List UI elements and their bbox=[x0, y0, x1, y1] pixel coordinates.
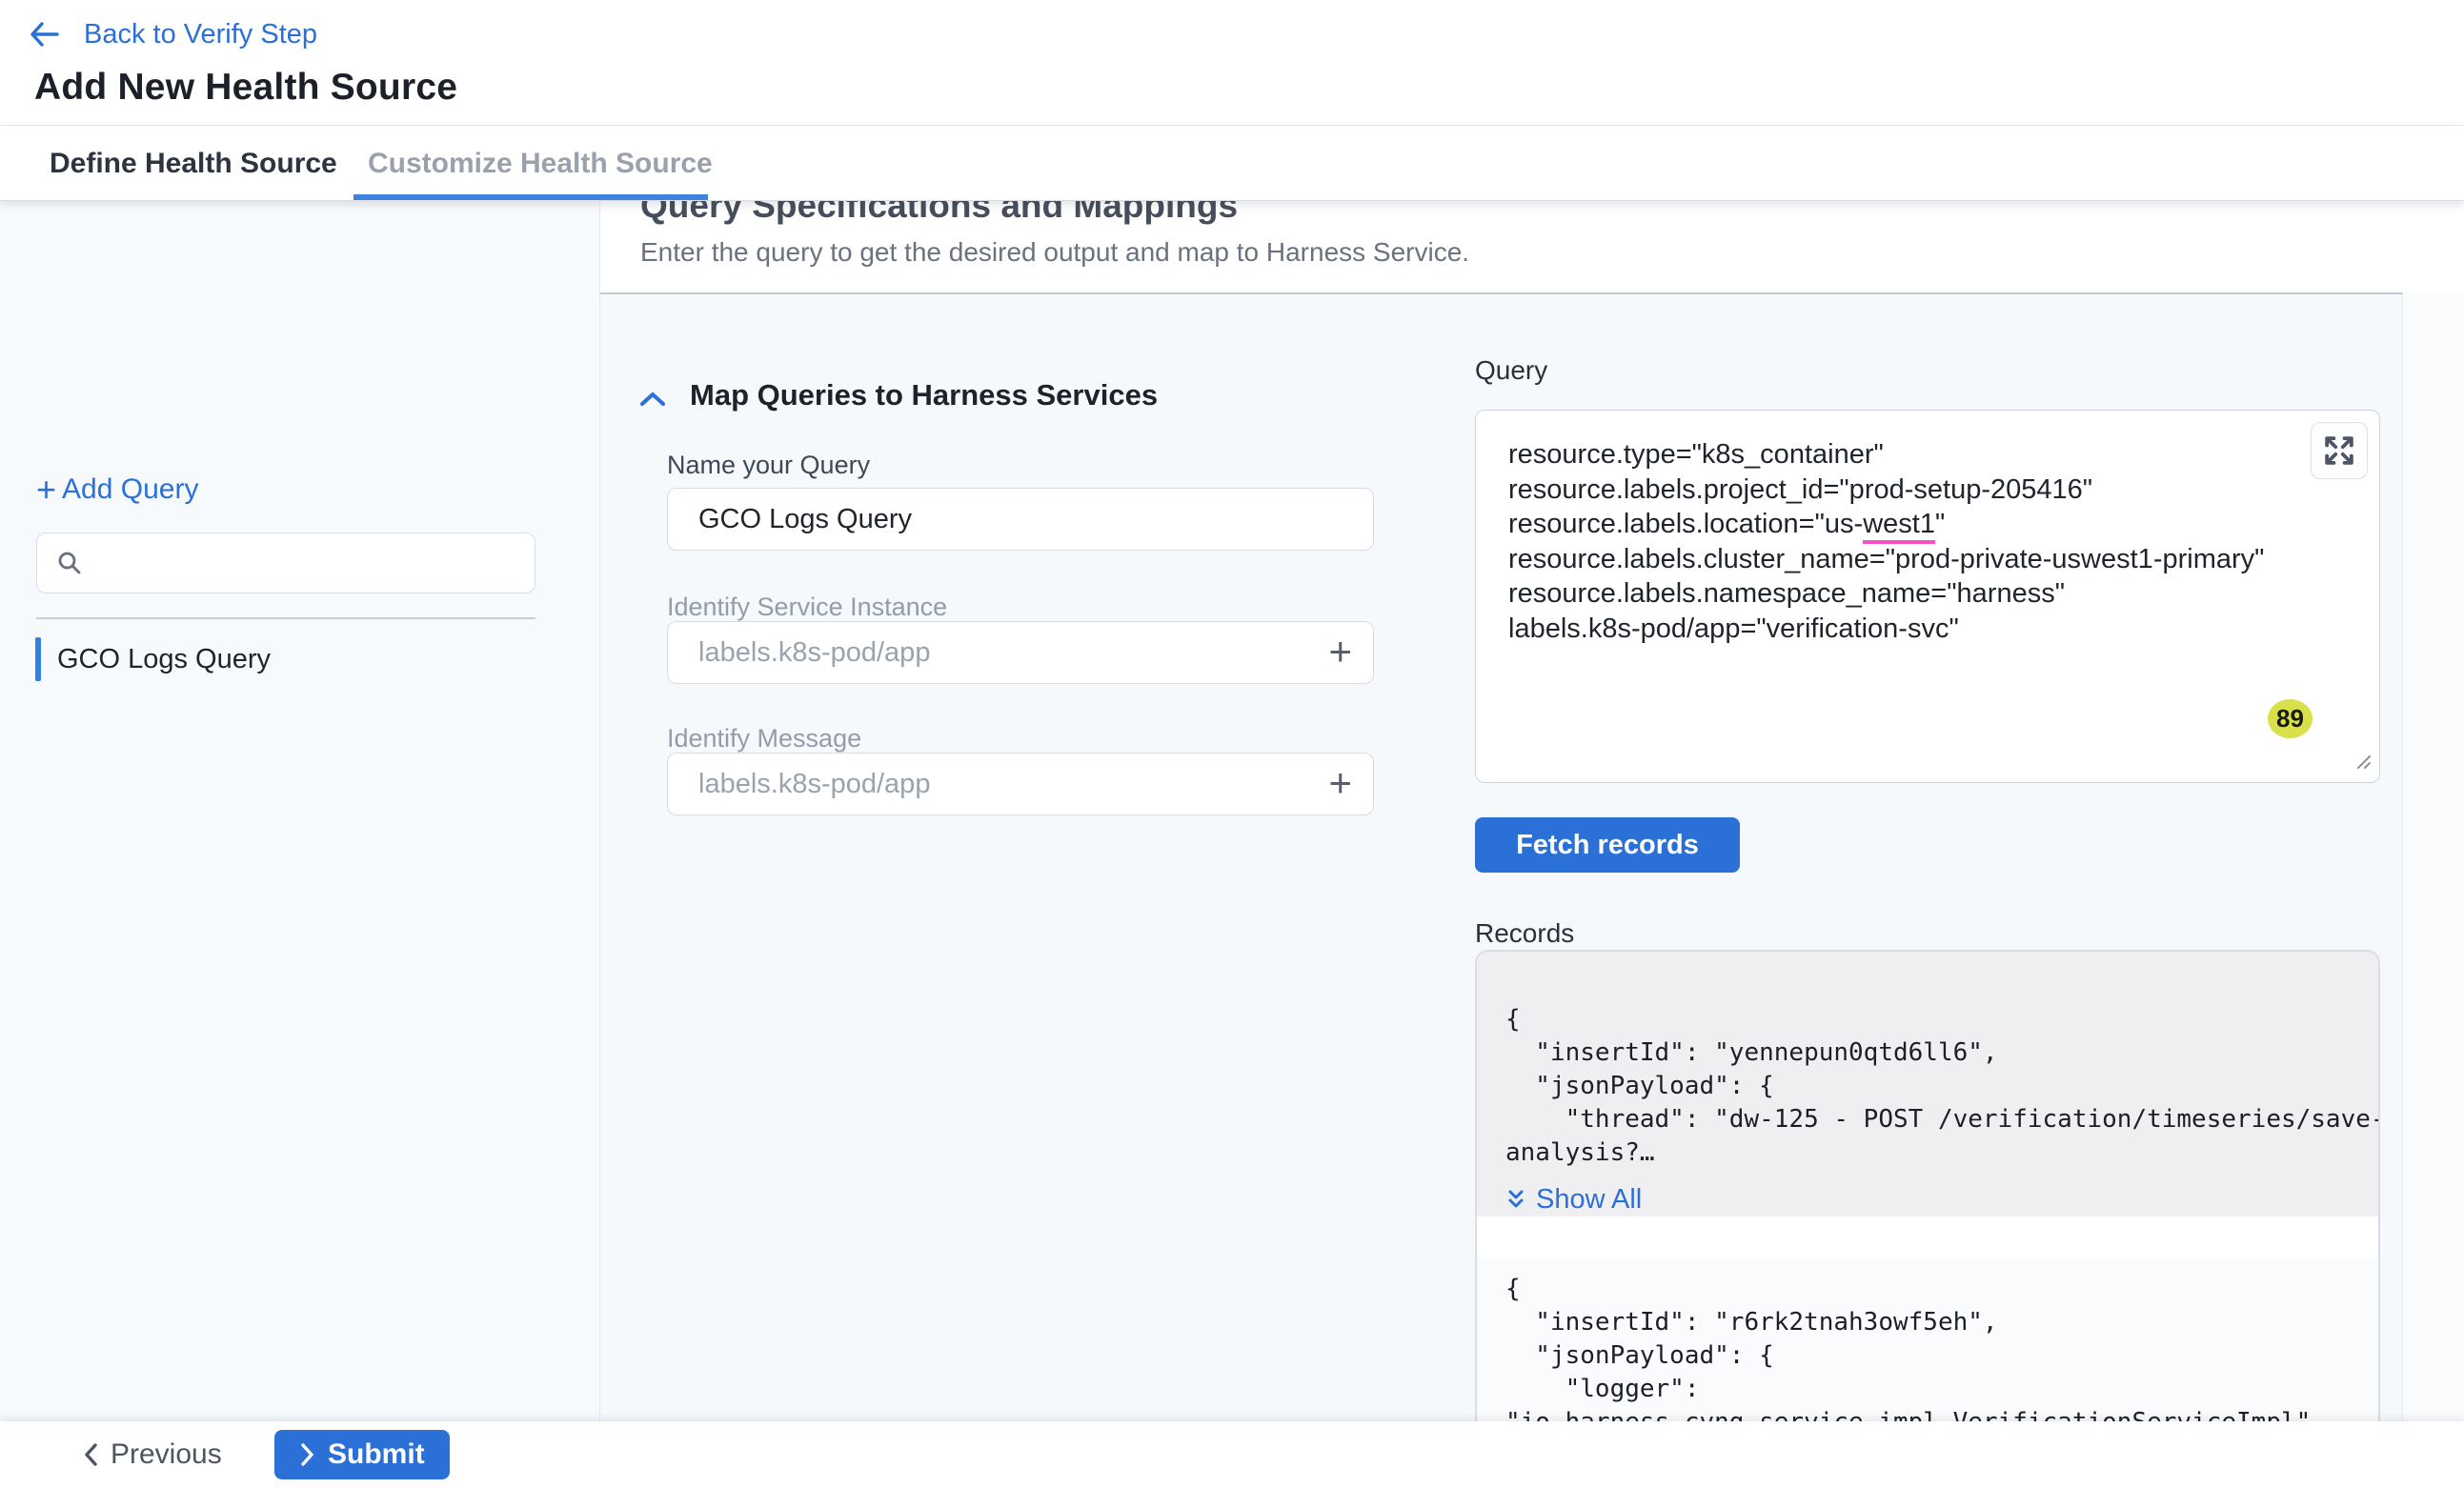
chevron-right-icon bbox=[299, 1442, 316, 1467]
add-health-source-screen: Back to Verify Step Add New Health Sourc… bbox=[0, 0, 2464, 1488]
submit-label: Submit bbox=[328, 1438, 425, 1471]
name-query-label: Name your Query bbox=[667, 451, 870, 480]
section-subtitle: Enter the query to get the desired outpu… bbox=[640, 237, 1469, 268]
back-arrow-icon bbox=[29, 21, 59, 48]
plus-icon: + bbox=[36, 473, 56, 507]
char-count-badge: 89 bbox=[2268, 699, 2313, 738]
record-line: analysis?… bbox=[1505, 1136, 2359, 1170]
query-line: resource.labels.cluster_name="prod-priva… bbox=[1508, 542, 2293, 577]
double-chevron-down-icon bbox=[1505, 1188, 1526, 1213]
tab-bar: Define Health Source Customize Health So… bbox=[0, 126, 2464, 201]
selected-indicator-bar bbox=[35, 637, 41, 681]
resize-handle[interactable] bbox=[2350, 748, 2373, 775]
query-text: resource.type="k8s_container" resource.l… bbox=[1508, 437, 2293, 646]
section-header: Query Specifications and Mappings Enter … bbox=[600, 201, 2464, 292]
identify-message-label: Identify Message bbox=[667, 724, 861, 754]
identify-service-instance-field: + bbox=[667, 621, 1374, 684]
collapse-chevron-up-icon[interactable] bbox=[638, 390, 667, 413]
record-line: "jsonPayload": { bbox=[1505, 1339, 2359, 1373]
back-link-label: Back to Verify Step bbox=[84, 19, 317, 50]
page-title: Add New Health Source bbox=[34, 67, 457, 109]
query-line-location: resource.labels.location="us-west1" bbox=[1508, 507, 2293, 542]
name-query-field bbox=[667, 488, 1374, 551]
record-line: "jsonPayload": { bbox=[1505, 1070, 2359, 1103]
content-region: + Add Query GCO Logs Query Query Specifi… bbox=[0, 201, 2464, 1421]
sidebar-divider bbox=[36, 617, 535, 619]
record-line: "insertId": "r6rk2tnah3owf5eh", bbox=[1505, 1306, 2359, 1339]
fetch-records-button[interactable]: Fetch records bbox=[1475, 817, 1740, 873]
query-mapping-panel: Map Queries to Harness Services Name you… bbox=[600, 292, 2403, 1421]
query-location-post: " bbox=[1935, 509, 1945, 539]
tab-define-health-source[interactable]: Define Health Source bbox=[50, 126, 337, 201]
add-query-button[interactable]: + Add Query bbox=[36, 473, 198, 507]
tab-customize-health-source[interactable]: Customize Health Source bbox=[368, 126, 713, 201]
query-line: labels.k8s-pod/app="verification-svc" bbox=[1508, 612, 2293, 647]
add-message-plus-icon[interactable]: + bbox=[1328, 759, 1352, 807]
active-tab-underline bbox=[353, 194, 708, 200]
record-line: { bbox=[1505, 1003, 2359, 1036]
back-link[interactable]: Back to Verify Step bbox=[29, 15, 317, 53]
query-line: resource.labels.project_id="prod-setup-2… bbox=[1508, 473, 2293, 508]
record-item-2: { "insertId": "r6rk2tnah3owf5eh", "jsonP… bbox=[1477, 1257, 2378, 1421]
map-queries-title: Map Queries to Harness Services bbox=[690, 378, 1158, 412]
expand-query-button[interactable] bbox=[2311, 422, 2368, 479]
identify-service-instance-input[interactable] bbox=[668, 637, 1278, 669]
search-input[interactable] bbox=[96, 548, 496, 578]
previous-label: Previous bbox=[111, 1438, 222, 1471]
query-line: resource.labels.namespace_name="harness" bbox=[1508, 576, 2293, 612]
query-sidebar: + Add Query GCO Logs Query bbox=[0, 201, 600, 1421]
expand-icon bbox=[2321, 432, 2357, 469]
footer-bar: Previous Submit bbox=[0, 1421, 2464, 1488]
record-line: "thread": "dw-125 - POST /verification/t… bbox=[1505, 1103, 2359, 1136]
query-label: Query bbox=[1475, 355, 1547, 386]
main-area: Query Specifications and Mappings Enter … bbox=[600, 201, 2464, 1421]
name-query-input[interactable] bbox=[668, 504, 1278, 535]
query-textarea[interactable]: resource.type="k8s_container" resource.l… bbox=[1475, 410, 2380, 783]
add-query-label: Add Query bbox=[62, 473, 198, 506]
show-all-link[interactable]: Show All bbox=[1505, 1183, 2359, 1217]
identify-service-instance-label: Identify Service Instance bbox=[667, 593, 947, 622]
show-all-label: Show All bbox=[1536, 1183, 1642, 1217]
submit-button[interactable]: Submit bbox=[274, 1430, 450, 1479]
chevron-left-icon bbox=[82, 1442, 99, 1467]
records-label: Records bbox=[1475, 918, 1574, 949]
section-title: Query Specifications and Mappings bbox=[640, 201, 2464, 226]
search-icon bbox=[56, 550, 83, 576]
query-line: resource.type="k8s_container" bbox=[1508, 437, 2293, 473]
sidebar-item-gco-logs-query[interactable]: GCO Logs Query bbox=[0, 632, 600, 687]
record-item-1: { "insertId": "yennepun0qtd6ll6", "jsonP… bbox=[1477, 952, 2378, 1217]
record-line: "io.harness.cvng.service.impl.Verificati… bbox=[1505, 1406, 2359, 1421]
query-location-misspelled: west1 bbox=[1863, 509, 1935, 544]
records-panel: { "insertId": "yennepun0qtd6ll6", "jsonP… bbox=[1475, 950, 2380, 1421]
identify-message-input[interactable] bbox=[668, 769, 1278, 800]
record-line: { bbox=[1505, 1273, 2359, 1306]
record-line: "logger": bbox=[1505, 1373, 2359, 1406]
add-service-instance-plus-icon[interactable]: + bbox=[1328, 628, 1352, 675]
query-search-box bbox=[36, 533, 535, 593]
previous-button[interactable]: Previous bbox=[82, 1430, 222, 1479]
query-item-label: GCO Logs Query bbox=[57, 644, 271, 675]
query-location-pre: resource.labels.location="us- bbox=[1508, 509, 1863, 539]
identify-message-field: + bbox=[667, 753, 1374, 815]
app-header: Back to Verify Step Add New Health Sourc… bbox=[0, 0, 2464, 126]
record-line: "insertId": "yennepun0qtd6ll6", bbox=[1505, 1036, 2359, 1070]
